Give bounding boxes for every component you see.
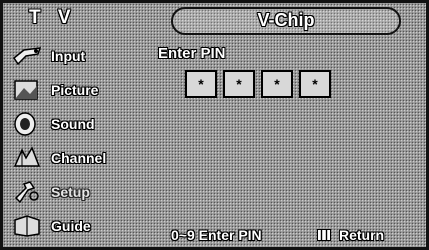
sidebar-item-label: Setup <box>51 184 90 200</box>
tv-osd-screen: T V V-Chip Input Picture Sound Channel S… <box>0 0 429 250</box>
sidebar-item-label: Sound <box>51 116 95 132</box>
pin-digit-field[interactable]: * <box>299 70 331 98</box>
page-title: V-Chip <box>257 10 315 30</box>
pin-digit-field[interactable]: * <box>261 70 293 98</box>
sidebar-item-label: Channel <box>51 150 107 166</box>
sound-icon <box>14 112 36 136</box>
menu-icon <box>317 229 331 241</box>
help-bar: 0~9 Enter PIN Return <box>127 223 426 247</box>
picture-icon <box>14 80 38 100</box>
source-label: T V <box>29 7 77 28</box>
sidebar-item-guide[interactable]: Guide <box>3 209 127 243</box>
pin-entry: * * * * <box>185 70 345 98</box>
return-label: Return <box>339 227 385 243</box>
sidebar-item-sound[interactable]: Sound <box>3 107 127 141</box>
pin-digit-field[interactable]: * <box>185 70 217 98</box>
top-bar: T V V-Chip <box>3 3 426 37</box>
sidebar-menu: Input Picture Sound Channel Setup Guide <box>3 37 127 247</box>
sidebar-item-picture[interactable]: Picture <box>3 73 127 107</box>
sidebar-item-setup[interactable]: Setup <box>3 175 127 209</box>
setup-icon <box>14 181 39 204</box>
input-icon <box>12 47 42 66</box>
pin-digit-field[interactable]: * <box>223 70 255 98</box>
sidebar-item-label: Guide <box>51 218 91 234</box>
guide-icon <box>14 215 40 237</box>
title-tab: V-Chip <box>171 7 401 35</box>
sidebar-item-label: Input <box>51 48 86 64</box>
channel-icon <box>13 146 41 167</box>
sidebar-item-label: Picture <box>51 82 99 98</box>
enter-pin-label: Enter PIN <box>158 45 226 62</box>
sidebar-item-channel[interactable]: Channel <box>3 141 127 175</box>
sidebar-item-input[interactable]: Input <box>3 39 127 73</box>
enter-pin-hint: 0~9 Enter PIN <box>171 227 262 243</box>
